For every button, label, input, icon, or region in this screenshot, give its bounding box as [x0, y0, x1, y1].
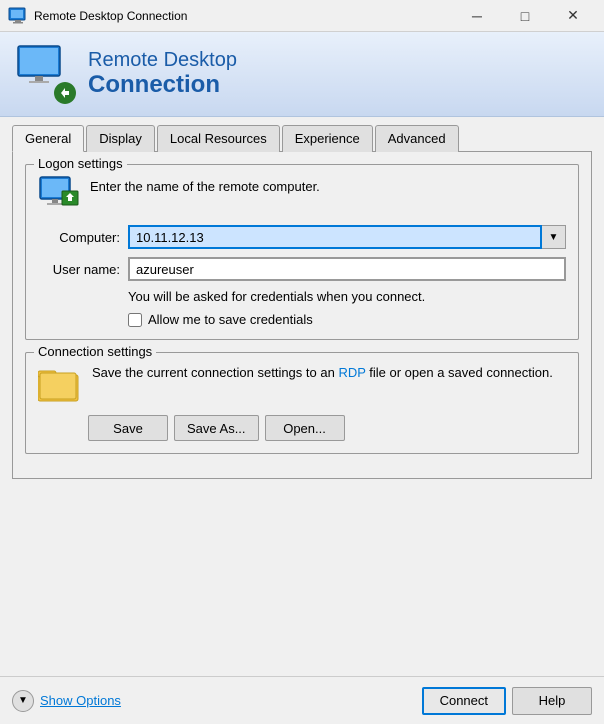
connection-content-area: Save the current connection settings to … [38, 363, 566, 403]
show-options-label[interactable]: Show Options [40, 693, 121, 708]
bottom-buttons: Connect Help [422, 687, 592, 715]
connection-buttons: Save Save As... Open... [88, 415, 566, 441]
bottom-bar: ▼ Show Options Connect Help [0, 676, 604, 724]
header-icon-area [16, 44, 76, 104]
username-input[interactable] [128, 257, 566, 281]
connection-settings-title: Connection settings [34, 344, 156, 359]
computer-row: Computer: ▼ [38, 225, 566, 249]
show-options-area[interactable]: ▼ Show Options [12, 690, 422, 712]
open-button[interactable]: Open... [265, 415, 345, 441]
computer-dropdown-arrow[interactable]: ▼ [542, 225, 566, 249]
app-icon [8, 6, 28, 26]
tab-advanced[interactable]: Advanced [375, 125, 459, 152]
computer-label: Computer: [38, 230, 128, 245]
connection-settings-group: Connection settings Save the current con… [25, 352, 579, 454]
window-title: Remote Desktop Connection [34, 9, 454, 23]
help-button[interactable]: Help [512, 687, 592, 715]
window-controls: ─ □ ✕ [454, 3, 596, 29]
username-row: User name: [38, 257, 566, 281]
title-bar: Remote Desktop Connection ─ □ ✕ [0, 0, 604, 32]
header-title-line2: Connection [88, 72, 237, 98]
tab-local-resources[interactable]: Local Resources [157, 125, 280, 152]
computer-icon [38, 175, 80, 213]
arrow-badge [54, 82, 76, 104]
save-credentials-checkbox[interactable] [128, 313, 142, 327]
save-credentials-label[interactable]: Allow me to save credentials [148, 312, 313, 327]
connection-desc-part2: file or open a saved connection. [366, 365, 553, 380]
save-credentials-row: Allow me to save credentials [128, 312, 566, 327]
tab-experience[interactable]: Experience [282, 125, 373, 152]
computer-input-wrap: ▼ [128, 225, 566, 249]
save-button[interactable]: Save [88, 415, 168, 441]
logon-description-area: Enter the name of the remote computer. [38, 175, 566, 213]
minimize-button[interactable]: ─ [454, 3, 500, 29]
tab-bar: General Display Local Resources Experien… [12, 125, 592, 152]
logon-settings-title: Logon settings [34, 156, 127, 171]
tab-panel-general: Logon settings Enter the name of the rem… [12, 151, 592, 479]
logon-description-text: Enter the name of the remote computer. [90, 179, 320, 194]
save-as-button[interactable]: Save As... [174, 415, 259, 441]
username-label: User name: [38, 262, 128, 277]
header-banner: Remote Desktop Connection [0, 32, 604, 117]
connection-desc-part1: Save the current connection settings to … [92, 365, 338, 380]
logon-settings-group: Logon settings Enter the name of the rem… [25, 164, 579, 340]
close-button[interactable]: ✕ [550, 3, 596, 29]
tab-display[interactable]: Display [86, 125, 155, 152]
header-title: Remote Desktop Connection [88, 49, 237, 98]
maximize-button[interactable]: □ [502, 3, 548, 29]
computer-input[interactable] [128, 225, 542, 249]
credentials-note: You will be asked for credentials when y… [128, 289, 566, 304]
folder-icon [38, 363, 82, 403]
header-title-line1: Remote Desktop [88, 49, 237, 72]
connection-desc-text: Save the current connection settings to … [92, 363, 553, 383]
tab-general[interactable]: General [12, 125, 84, 152]
rdp-link[interactable]: RDP [338, 365, 365, 380]
connect-button[interactable]: Connect [422, 687, 506, 715]
username-input-wrap [128, 257, 566, 281]
show-options-chevron[interactable]: ▼ [12, 690, 34, 712]
main-content: General Display Local Resources Experien… [0, 117, 604, 487]
